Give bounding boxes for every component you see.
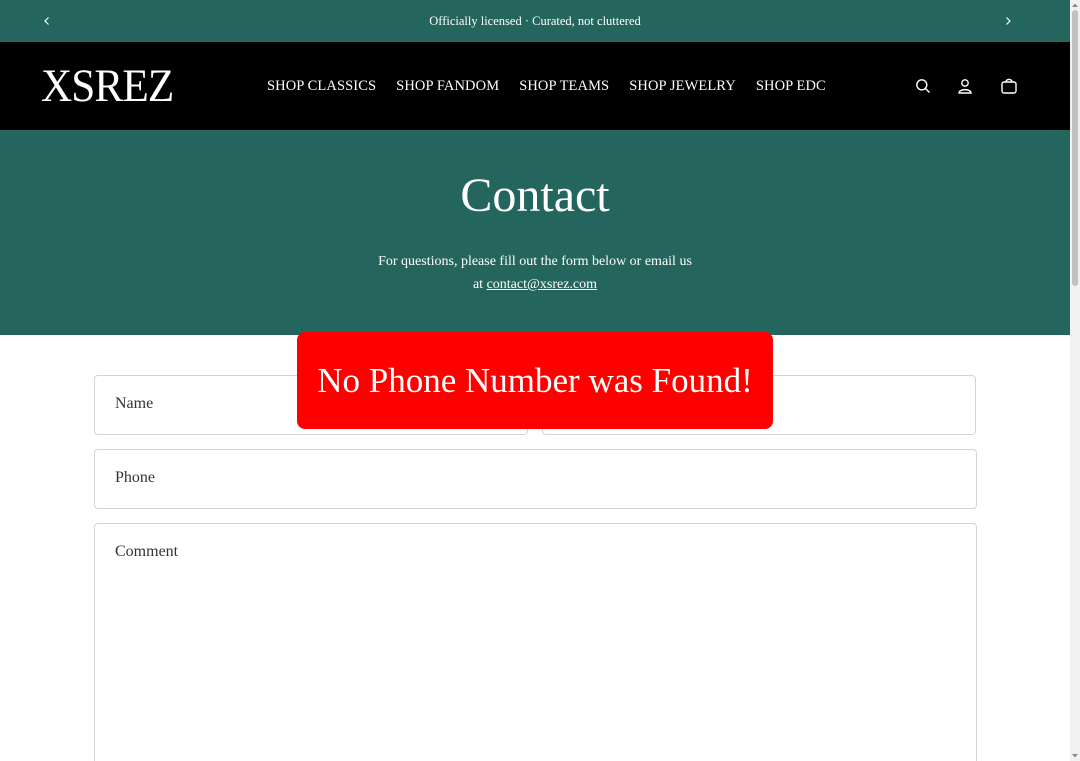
intro-email-line: at contact@xsrez.com xyxy=(0,273,1070,296)
announcement-bar: Officially licensed · Curated, not clutt… xyxy=(0,0,1070,42)
intro-prefix: at xyxy=(472,277,484,292)
alert-message: No Phone Number was Found! xyxy=(317,360,753,400)
nav-shop-edc[interactable]: SHOP EDC xyxy=(746,78,836,95)
announcement-next-button[interactable] xyxy=(993,0,1023,42)
comment-placeholder: Comment xyxy=(115,543,179,560)
page-scrollbar[interactable] xyxy=(1070,0,1080,761)
announcement-prev-button[interactable] xyxy=(32,0,62,42)
search-icon xyxy=(916,79,930,93)
cart-button[interactable] xyxy=(994,71,1024,101)
phone-placeholder: Phone xyxy=(115,469,155,486)
scroll-up-arrow-icon xyxy=(1072,3,1078,7)
nav-shop-classics[interactable]: SHOP CLASSICS xyxy=(257,78,386,95)
announcement-text: Officially licensed · Curated, not clutt… xyxy=(429,13,641,28)
scroll-up-button[interactable] xyxy=(1070,0,1080,10)
chevron-right-icon xyxy=(1006,17,1011,25)
site-header: XSREZ SHOP CLASSICS SHOP FANDOM SHOP TEA… xyxy=(0,42,1070,130)
header-icons xyxy=(908,42,1024,130)
site-logo[interactable]: XSREZ xyxy=(41,61,174,111)
nav-shop-fandom[interactable]: SHOP FANDOM xyxy=(386,78,509,95)
account-button[interactable] xyxy=(950,71,980,101)
error-alert: No Phone Number was Found! xyxy=(297,332,773,429)
nav-shop-jewelry[interactable]: SHOP JEWELRY xyxy=(619,78,746,95)
cart-icon xyxy=(1001,78,1017,94)
scroll-down-arrow-icon xyxy=(1072,754,1078,758)
email-link[interactable]: contact@xsrez.com xyxy=(487,277,597,292)
account-icon xyxy=(958,79,972,94)
scrollbar-thumb[interactable] xyxy=(1072,10,1078,286)
main-nav: SHOP CLASSICS SHOP FANDOM SHOP TEAMS SHO… xyxy=(257,42,836,130)
intro-line: For questions, please fill out the form … xyxy=(378,254,692,269)
contact-intro: For questions, please fill out the form … xyxy=(0,250,1070,296)
search-button[interactable] xyxy=(908,71,938,101)
scroll-down-button[interactable] xyxy=(1070,751,1080,761)
page-title: Contact xyxy=(460,169,610,222)
chevron-left-icon xyxy=(44,17,49,25)
phone-field[interactable]: Phone xyxy=(94,449,977,509)
page: Officially licensed · Curated, not clutt… xyxy=(0,0,1070,761)
name-placeholder: Name xyxy=(115,395,154,412)
nav-shop-teams[interactable]: SHOP TEAMS xyxy=(509,78,619,95)
contact-hero: Contact For questions, please fill out t… xyxy=(0,130,1070,335)
comment-field[interactable]: Comment xyxy=(94,523,977,761)
